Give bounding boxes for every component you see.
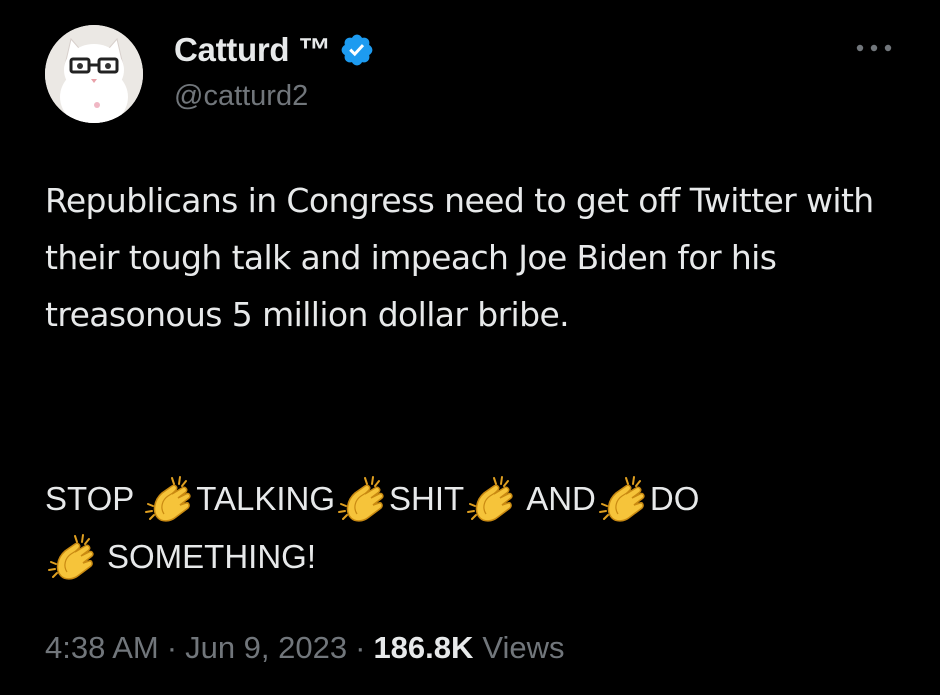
shout-word: TALKING: [196, 480, 336, 517]
clapping-hands-icon: [335, 474, 389, 524]
author-handle[interactable]: @catturd2: [174, 80, 308, 113]
shout-word: AND: [526, 480, 596, 517]
clapping-hands-icon: [464, 474, 518, 524]
meta-separator: ·: [355, 630, 366, 665]
tweet-time[interactable]: 4:38 AM: [45, 630, 159, 666]
shout-word: SOMETHING!: [107, 538, 317, 575]
shout-word: SHIT: [389, 480, 465, 517]
verified-badge-icon: [339, 32, 375, 68]
shout-word: STOP: [45, 480, 135, 517]
tweet-text: Republicans in Congress need to get off …: [45, 181, 874, 334]
views-label: Views: [482, 630, 565, 665]
more-horizontal-icon[interactable]: [852, 38, 896, 58]
tweet: Catturd ™ @catturd2 Republicans in Congr…: [0, 0, 940, 695]
author-name-row: Catturd ™: [174, 28, 375, 72]
clapping-hands-icon: [45, 532, 99, 582]
tweet-shout-text: STOP TALKING SHIT AND DO SOMETHING!: [45, 470, 905, 586]
views-count: 186.8K: [373, 630, 474, 665]
clapping-hands-icon: [142, 474, 196, 524]
shout-line-2: SOMETHING!: [45, 528, 905, 586]
clapping-hands-icon: [596, 474, 650, 524]
shout-line-1: STOP TALKING SHIT AND DO: [45, 470, 905, 528]
cat-avatar-image: [45, 25, 143, 123]
tweet-date[interactable]: Jun 9, 2023: [185, 630, 347, 666]
meta-separator: ·: [166, 630, 178, 665]
shout-word: DO: [649, 480, 700, 517]
tweet-meta: 4:38 AM · Jun 9, 2023 · 186.8K Views: [45, 630, 565, 666]
display-name[interactable]: Catturd ™: [174, 31, 331, 69]
avatar[interactable]: [45, 25, 143, 123]
